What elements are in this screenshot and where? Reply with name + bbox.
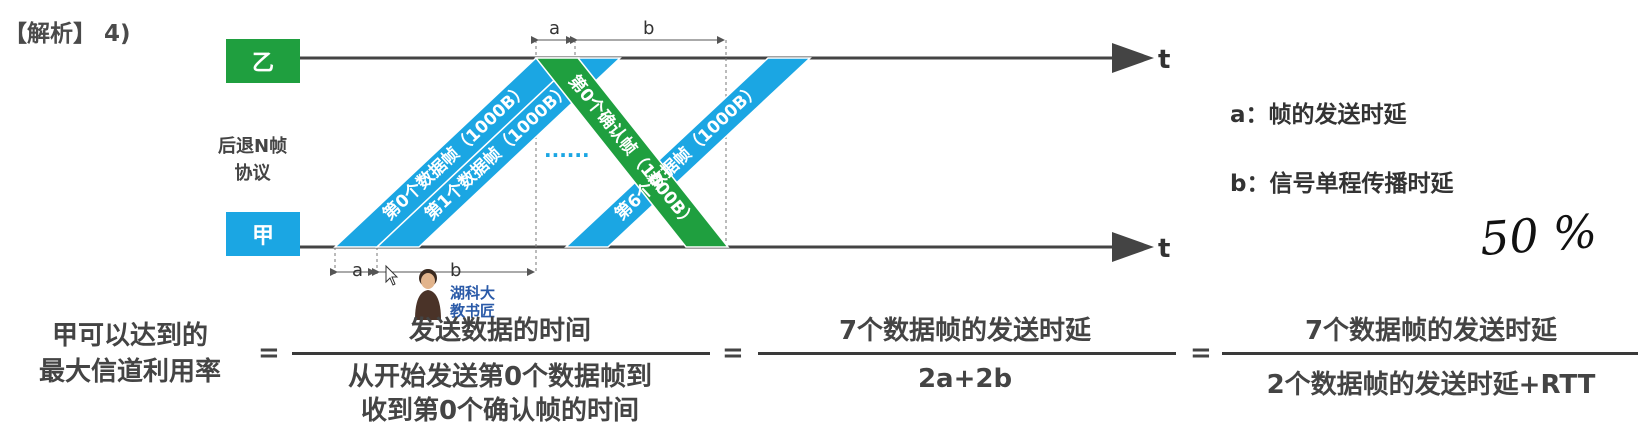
fraction-1-den-line2: 收到第0个确认帧的时间 bbox=[360, 396, 640, 426]
equals-sign: = bbox=[1190, 338, 1212, 368]
legend-b: b：信号单程传播时延 bbox=[1230, 171, 1454, 197]
formula-lhs: 甲可以达到的 最大信道利用率 bbox=[10, 318, 250, 390]
fraction-1-denominator: 从开始发送第0个数据帧到 收到第0个确认帧的时间 bbox=[290, 360, 710, 428]
interval-b-top-label: b bbox=[643, 18, 654, 39]
ellipsis-dots: ······ bbox=[544, 143, 590, 167]
fraction-1-bar bbox=[292, 352, 710, 355]
interval-a-top-label: a bbox=[549, 18, 560, 39]
receiver-axis-label: t bbox=[1158, 45, 1170, 75]
equals-sign: = bbox=[722, 338, 744, 368]
fraction-1-numerator: 发送数据的时间 bbox=[408, 316, 591, 346]
equals-sign: = bbox=[258, 338, 280, 368]
handwritten-note: 50 % bbox=[1478, 203, 1599, 267]
fraction-3-numerator: 7个数据帧的发送时延 bbox=[1304, 316, 1558, 346]
fraction-2-numerator: 7个数据帧的发送时延 bbox=[838, 316, 1092, 346]
badge-line1: 湖科大 bbox=[450, 284, 496, 302]
cursor-pointer-icon bbox=[385, 264, 399, 286]
fraction-3-denominator: 2个数据帧的发送时延+RTT bbox=[1266, 370, 1596, 400]
formula-lhs-line1: 甲可以达到的 bbox=[51, 321, 208, 351]
fraction-2-denominator: 2a+2b bbox=[917, 364, 1013, 394]
legend-a: a：帧的发送时延 bbox=[1230, 102, 1407, 128]
sender-axis-label: t bbox=[1158, 234, 1170, 264]
fraction-3-bar bbox=[1222, 352, 1638, 355]
fraction-1-den-line1: 从开始发送第0个数据帧到 bbox=[347, 362, 653, 392]
fraction-2-bar bbox=[758, 352, 1176, 355]
interval-b-bottom-label: b bbox=[450, 260, 461, 281]
interval-a-bottom-label: a bbox=[352, 260, 363, 281]
formula-lhs-line2: 最大信道利用率 bbox=[38, 357, 221, 387]
